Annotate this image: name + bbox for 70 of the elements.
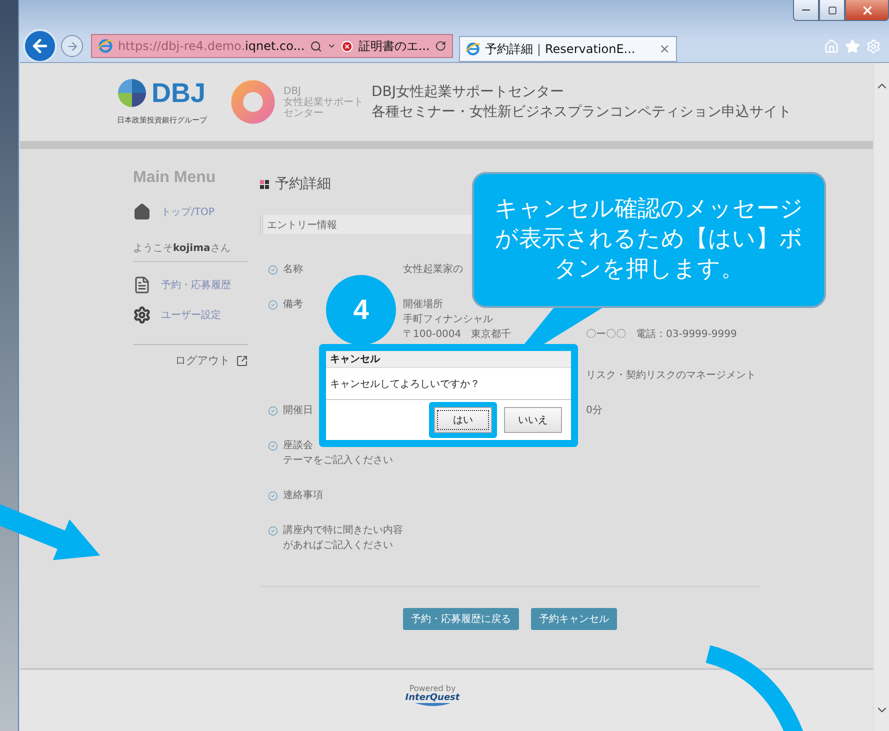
field-label: 開催日 — [283, 404, 313, 418]
logout-text: ログアウト — [175, 353, 230, 368]
browser-logo-icon — [466, 42, 480, 56]
wave-icon — [414, 703, 450, 707]
tab-close-button[interactable]: × — [659, 42, 670, 56]
field-value: 0分 — [586, 404, 602, 418]
no-button[interactable]: いいえ — [504, 407, 562, 433]
scrollbar[interactable] — [873, 63, 889, 731]
field-label: 名称 — [283, 263, 303, 277]
dialog-title: キャンセル — [326, 351, 571, 368]
address-bar[interactable]: https://dbj-re4.demo.iqnet.co... 証明書のエ... — [91, 34, 453, 58]
field-value: 女性起業家の — [403, 262, 463, 277]
globe-logo-icon — [117, 78, 148, 108]
dialog-message: キャンセルしてよろしいですか？ — [326, 368, 571, 400]
section-title: エントリー情報 — [267, 218, 337, 232]
tab-title: 予約詳細｜ReservationE... — [485, 40, 636, 58]
forward-button[interactable] — [61, 35, 83, 57]
home-icon — [133, 203, 151, 221]
menu-link[interactable]: ユーザー設定 — [133, 300, 248, 330]
field-label: 備考 — [283, 298, 303, 312]
field-label: 講座内で特に聞きたい内容 — [283, 524, 403, 538]
field-label: があればご記入ください — [283, 538, 393, 553]
site-title: DBJ女性起業サポートセンター — [372, 83, 566, 102]
minimize-button[interactable] — [793, 0, 819, 21]
check-icon — [268, 441, 278, 451]
maximize-icon — [828, 6, 836, 14]
field-label: 座談会 — [283, 438, 313, 453]
check-icon — [268, 526, 278, 536]
check-icon — [268, 265, 278, 275]
emblem-caption: DBJ 女性起業サポート センター — [284, 86, 364, 118]
page-title: 予約詳細 — [275, 175, 331, 193]
back-button[interactable] — [23, 29, 57, 63]
cancel-reservation-button[interactable]: 予約キャンセル — [531, 608, 617, 630]
maximize-button[interactable] — [819, 0, 845, 21]
star-icon[interactable] — [845, 38, 860, 54]
field-label: テーマをご記入ください — [283, 454, 393, 468]
check-icon — [268, 406, 278, 416]
certificate-error-text[interactable]: 証明書のエ... — [358, 38, 430, 54]
document-icon — [133, 276, 151, 294]
menu-link[interactable]: 予約・応募履歴 — [133, 270, 248, 300]
refresh-icon[interactable] — [434, 40, 446, 52]
site-title: 各種セミナー・女性新ビジネスプランコンペティション申込サイト — [372, 103, 792, 122]
check-icon — [268, 491, 278, 501]
gear-icon — [133, 306, 151, 324]
field-value: 〒100-0004 東京都千 — [403, 328, 512, 342]
logo-text: DBJ — [151, 78, 206, 108]
forward-arrow-icon — [66, 40, 78, 52]
welcome-text: ようこそkojimaさん — [133, 242, 232, 255]
logout-link[interactable]: ログアウト — [175, 353, 248, 368]
field-label: 連絡事項 — [283, 488, 323, 503]
squares-icon — [260, 180, 269, 188]
brand-logo-text: InterQuest — [405, 693, 460, 703]
menu-heading: Main Menu — [133, 169, 217, 187]
check-icon — [268, 300, 278, 310]
back-to-history-button[interactable]: 予約・応募履歴に戻る — [403, 608, 519, 630]
logout-icon — [236, 354, 248, 366]
browser-tab[interactable]: 予約詳細｜ReservationE... × — [459, 36, 677, 62]
search-icon[interactable] — [310, 40, 322, 52]
url-text: https://dbj-re4.demo.iqnet.co... — [118, 39, 305, 53]
field-value: 手町フィナンシャル — [403, 312, 493, 327]
error-icon[interactable] — [341, 40, 354, 52]
close-button[interactable] — [845, 0, 889, 21]
field-value: 開催場所 — [403, 298, 443, 312]
close-icon — [860, 4, 874, 16]
browser-logo-icon — [98, 38, 113, 54]
menu-link[interactable]: トップ/TOP — [133, 197, 248, 227]
powered-by-text: Powered by — [409, 684, 456, 693]
yes-button[interactable]: はい — [434, 407, 492, 433]
field-value: リスク・契約リスクのマネージメント — [586, 368, 756, 383]
field-value: 〇ー〇〇 電話：03-9999-9999 — [586, 328, 737, 342]
